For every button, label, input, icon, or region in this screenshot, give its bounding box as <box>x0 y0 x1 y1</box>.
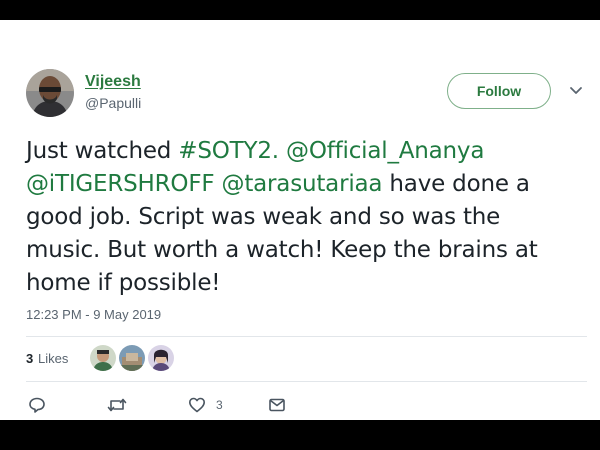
liker-avatar-3[interactable] <box>148 345 174 371</box>
mention-link[interactable]: @Official_Ananya <box>286 138 484 164</box>
tweet-line: Just watched #SOTY2. @Official_Ananya <box>26 135 581 168</box>
tweet-line: good job. Script was weak and so was the <box>26 201 581 234</box>
direct-message-button[interactable] <box>268 395 286 415</box>
like-count: 3 <box>216 398 223 412</box>
liker-avatar-1[interactable] <box>90 345 116 371</box>
tweet-text-segment: home if possible! <box>26 270 221 296</box>
tweet-text-segment: have done a <box>382 171 530 197</box>
reply-icon <box>28 396 46 414</box>
tweet-line: @iTIGERSHROFF @tarasutariaa have done a <box>26 168 581 201</box>
retweet-button[interactable] <box>107 395 127 415</box>
tweet-text-segment: good job. Script was weak and so was the <box>26 204 501 230</box>
retweet-icon <box>107 396 127 414</box>
tweet-timestamp[interactable]: 12:23 PM - 9 May 2019 <box>26 307 161 322</box>
tweet-card: Vijeesh @Papulli Follow Just watched #SO… <box>0 20 600 420</box>
like-button[interactable]: 3 <box>188 395 223 415</box>
author-avatar[interactable] <box>26 69 74 117</box>
envelope-icon <box>268 396 286 414</box>
divider-top <box>26 336 587 337</box>
divider-bottom <box>26 381 587 382</box>
mention-link[interactable]: @iTIGERSHROFF <box>26 171 215 197</box>
tweet-text-segment <box>279 138 286 164</box>
follow-button[interactable]: Follow <box>447 73 551 109</box>
chevron-down-icon[interactable] <box>567 84 585 98</box>
author-name[interactable]: Vijeesh <box>85 73 141 91</box>
mention-link[interactable]: @tarasutariaa <box>222 171 383 197</box>
likes-label[interactable]: Likes <box>38 351 68 366</box>
author-handle[interactable]: @Papulli <box>85 95 141 111</box>
tweet-text-segment: Just watched <box>26 138 179 164</box>
tweet-line: home if possible! <box>26 267 581 300</box>
reply-button[interactable] <box>28 395 46 415</box>
hashtag-link[interactable]: #SOTY2. <box>178 138 279 164</box>
liker-avatar-2[interactable] <box>119 345 145 371</box>
tweet-text: Just watched #SOTY2. @Official_Ananya @iT… <box>26 135 581 300</box>
heart-icon <box>188 396 206 414</box>
tweet-line: music. But worth a watch! Keep the brain… <box>26 234 581 267</box>
likes-count[interactable]: 3 <box>26 351 33 366</box>
tweet-text-segment: music. But worth a watch! Keep the brain… <box>26 237 538 263</box>
tweet-text-segment <box>214 171 221 197</box>
